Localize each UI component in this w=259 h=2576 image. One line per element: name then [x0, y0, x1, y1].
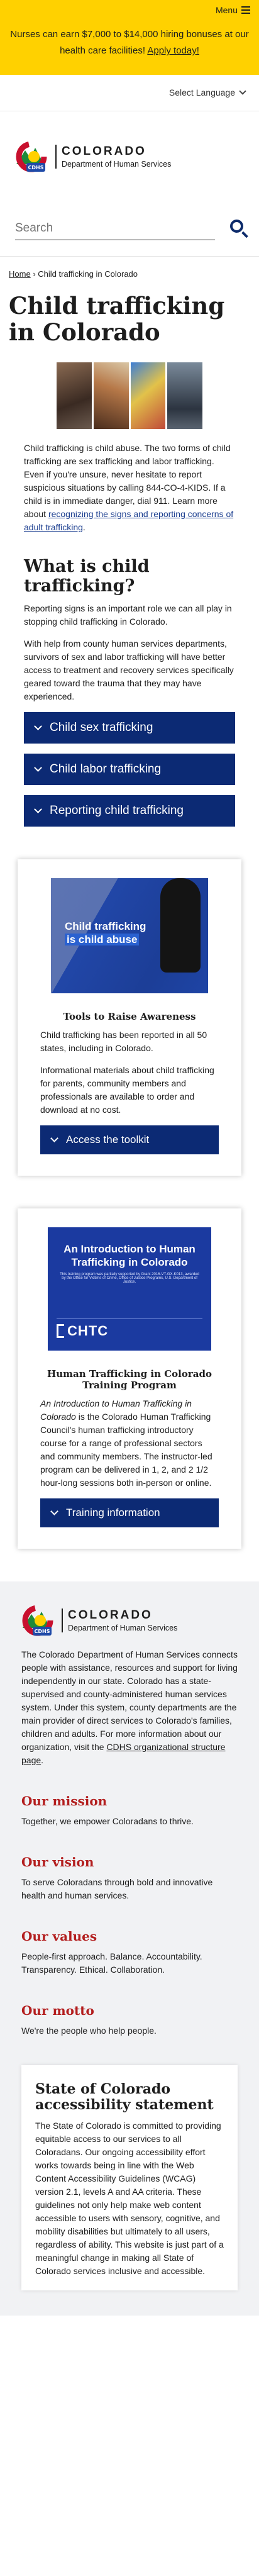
chevron-down-icon: [34, 805, 42, 813]
vision-text: To serve Coloradans through bold and inn…: [21, 1876, 213, 1900]
training-image: An Introduction to Human Trafficking in …: [48, 1227, 211, 1351]
colorado-logo-icon: CDHS: [22, 1605, 53, 1636]
hero-photo-1: [57, 362, 92, 429]
page-title: Child trafficking in Colorado: [9, 291, 225, 347]
section-paragraph-2: With help from county human services dep…: [24, 638, 234, 701]
intro-paragraph: Child trafficking is child abuse. The tw…: [24, 442, 234, 532]
search-icon[interactable]: [230, 219, 249, 238]
training-information-button[interactable]: Training information: [40, 1498, 219, 1527]
mission-text: Together, we empower Coloradans to thriv…: [21, 1815, 194, 1826]
logo-subtitle: Department of Human Services: [62, 159, 172, 169]
menu-button[interactable]: Menu: [216, 5, 250, 15]
card-heading: Human Trafficking in Colorado Training P…: [47, 1368, 212, 1391]
language-selector[interactable]: Select Language: [0, 75, 259, 111]
breadcrumb: Home › Child trafficking in Colorado: [0, 257, 259, 284]
logo-title: COLORADO: [62, 144, 146, 158]
card-paragraph: An Introduction to Human Trafficking in …: [40, 1398, 212, 1488]
colorado-logo-icon: CDHS: [16, 141, 47, 172]
top-bar: Menu: [0, 0, 259, 20]
card-paragraph: Informational materials about child traf…: [40, 1064, 214, 1115]
logo-badge: CDHS: [28, 165, 44, 170]
hamburger-icon: [241, 6, 250, 14]
footer-logo[interactable]: CDHS COLORADO Department of Human Servic…: [0, 1581, 259, 1648]
chevron-down-icon: [50, 1134, 58, 1142]
header-logo[interactable]: CDHS COLORADO Department of Human Servic…: [0, 111, 259, 202]
section-title: What is child trafficking?: [24, 556, 150, 596]
svg-text:CDHS: CDHS: [35, 1629, 50, 1634]
search-input[interactable]: [15, 217, 215, 240]
chevron-down-icon: [34, 722, 42, 730]
values-text: People-first approach. Balance. Accounta…: [21, 1951, 202, 1975]
hero-image: [57, 362, 202, 429]
chevron-down-icon: [34, 763, 42, 772]
accessibility-statement: State of Colorado accessibility statemen…: [21, 2065, 238, 2291]
access-toolkit-button[interactable]: Access the toolkit: [40, 1125, 219, 1154]
apply-link[interactable]: Apply today!: [147, 45, 199, 56]
accordion-reporting-child-trafficking[interactable]: Reporting child trafficking: [24, 795, 235, 827]
card-paragraph: Child trafficking has been reported in a…: [40, 1029, 207, 1053]
hero-photo-3: [130, 362, 166, 429]
card-heading: Tools to Raise Awareness: [63, 1010, 196, 1022]
breadcrumb-home[interactable]: Home: [9, 269, 31, 279]
accordion-child-sex-trafficking[interactable]: Child sex trafficking: [24, 711, 235, 744]
section-paragraph-1: Reporting signs is an important role we …: [24, 603, 232, 627]
vision-title: Our vision: [21, 1854, 94, 1870]
breadcrumb-current: Child trafficking in Colorado: [38, 269, 138, 279]
accordion-child-labor-trafficking[interactable]: Child labor trafficking: [24, 753, 235, 785]
alert-text: Nurses can earn $7,000 to $14,000 hiring…: [10, 29, 249, 57]
accessibility-title: State of Colorado accessibility statemen…: [35, 2080, 214, 2113]
alert-banner: Nurses can earn $7,000 to $14,000 hiring…: [0, 20, 259, 75]
language-label: Select Language: [168, 87, 235, 98]
footer: CDHS COLORADO Department of Human Servic…: [0, 1581, 259, 2316]
toolkit-card: Child trafficking is child abuse Tools to…: [18, 859, 241, 1176]
training-card: An Introduction to Human Trafficking in …: [18, 1208, 241, 1549]
motto-text: We're the people who help people.: [21, 2025, 157, 2036]
motto-title: Our motto: [21, 2002, 94, 2018]
chevron-down-icon: [239, 87, 246, 95]
toolkit-image: Child trafficking is child abuse: [51, 878, 208, 993]
footer-about: The Colorado Department of Human Service…: [21, 1649, 238, 1765]
mission-title: Our mission: [21, 1793, 107, 1809]
breadcrumb-separator: ›: [33, 269, 36, 279]
values-title: Our values: [21, 1928, 97, 1944]
chevron-down-icon: [50, 1507, 58, 1515]
hero-photo-2: [93, 362, 129, 429]
adult-trafficking-link[interactable]: recognizing the signs and reporting conc…: [24, 509, 233, 532]
search-bar: [0, 202, 259, 256]
hero-photo-4: [167, 362, 202, 429]
accessibility-text: The State of Colorado is committed to pr…: [35, 2121, 224, 2277]
menu-label: Menu: [215, 5, 238, 15]
